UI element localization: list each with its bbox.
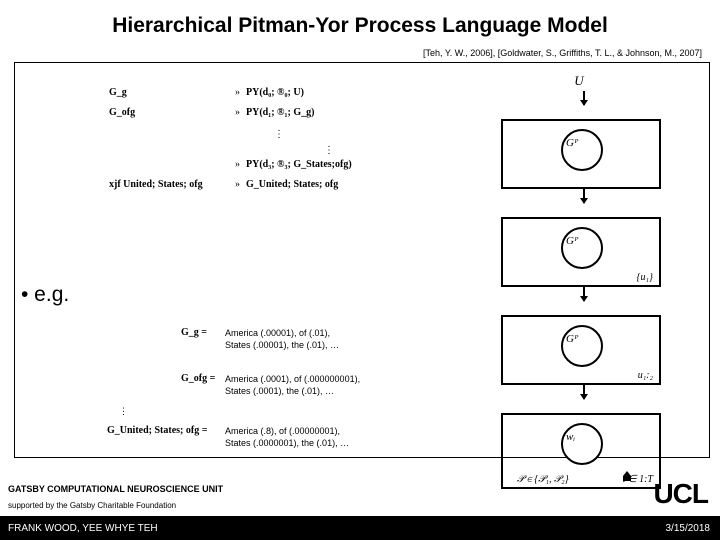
plate-sub: u₁:₂ xyxy=(638,370,653,381)
example-rhs: America (.8), of (.00000001), States (.0… xyxy=(225,425,349,449)
ucl-dome-icon xyxy=(620,470,634,484)
example-lhs: G_g = xyxy=(181,327,225,339)
footer-bar: FRANK WOOD, YEE WHYE TEH 3/15/2018 xyxy=(0,516,720,540)
content-frame: G_g » PY(d₀; ®₀; U) G_ofg » PY(d₁; ®₁; G… xyxy=(14,62,710,458)
plate-box: Gᴾ xyxy=(501,119,661,189)
def-row: xjf United; States; ofg » G_United; Stat… xyxy=(109,175,409,195)
citation-text: [Teh, Y. W., 2006], [Goldwater, S., Grif… xyxy=(423,48,702,58)
arrow-icon xyxy=(583,287,585,301)
node-icon xyxy=(561,325,603,367)
plate-bottom-text: 𝒫 ∈ {𝒫₁, 𝒫₂} xyxy=(517,474,569,485)
def-rhs: PY(d₁; ®₁; G_g) xyxy=(246,101,314,125)
tilde-icon: » xyxy=(235,101,240,125)
node-icon xyxy=(561,227,603,269)
arrow-icon xyxy=(583,91,585,105)
footer-authors: FRANK WOOD, YEE WHYE TEH xyxy=(8,523,158,534)
node-icon xyxy=(561,423,603,465)
tilde-icon: » xyxy=(235,173,240,197)
slide: Hierarchical Pitman-Yor Process Language… xyxy=(0,0,720,540)
node-label: Gᴾ xyxy=(566,137,578,149)
example-row: G_g = America (.00001), of (.01), States… xyxy=(181,327,441,351)
example-rhs: America (.0001), of (.000000001), States… xyxy=(225,373,360,397)
arrow-icon xyxy=(583,385,585,399)
model-definitions: G_g » PY(d₀; ®₀; U) G_ofg » PY(d₁; ®₁; G… xyxy=(109,83,409,195)
def-lhs: G_ofg xyxy=(109,101,229,125)
def-row: G_g » PY(d₀; ®₀; U) xyxy=(109,83,409,103)
example-row: G_ofg = America (.0001), of (.000000001)… xyxy=(181,373,441,397)
plate-box: Gᴾ u₁:₂ xyxy=(501,315,661,385)
eg-label: • e.g. xyxy=(21,283,69,307)
example-lhs: G_United; States; ofg = xyxy=(107,425,225,437)
plate-box: wᵢ t ∈ 1:T 𝒫 ∈ {𝒫₁, 𝒫₂} xyxy=(501,413,661,489)
vdots-icon: ⋮ xyxy=(149,123,409,139)
example-rhs: America (.00001), of (.01), States (.000… xyxy=(225,327,339,351)
footer-date: 3/15/2018 xyxy=(666,523,711,534)
def-lhs: xjf United; States; ofg xyxy=(109,173,229,197)
node-label: wᵢ xyxy=(566,431,575,443)
arrow-icon xyxy=(583,189,585,203)
ucl-logo: UCL xyxy=(653,478,708,510)
def-row: » PY(d₃; ®₃; G_States;ofg) xyxy=(109,155,409,175)
plate-box: Gᴾ {u₁} xyxy=(501,217,661,287)
example-lhs: G_ofg = xyxy=(181,373,225,385)
figure-root-label: U xyxy=(501,73,657,91)
graphical-model-figure: U Gᴾ Gᴾ {u₁} Gᴾ u₁:₂ wᵢ t ∈ 1:T xyxy=(501,73,667,447)
examples-block: G_g = America (.00001), of (.01), States… xyxy=(181,327,441,471)
slide-title: Hierarchical Pitman-Yor Process Language… xyxy=(0,14,720,38)
footer-unit: GATSBY COMPUTATIONAL NEUROSCIENCE UNIT xyxy=(8,484,223,494)
footer-support: supported by the Gatsby Charitable Found… xyxy=(8,501,176,510)
vdots-icon: ⋮ xyxy=(119,405,441,417)
node-icon xyxy=(561,129,603,171)
example-row: G_United; States; ofg = America (.8), of… xyxy=(181,425,441,449)
node-label: Gᴾ xyxy=(566,235,578,247)
def-row: G_ofg » PY(d₁; ®₁; G_g) xyxy=(109,103,409,123)
plate-sub: {u₁} xyxy=(637,272,653,283)
def-rhs: G_United; States; ofg xyxy=(246,173,338,197)
node-label: Gᴾ xyxy=(566,333,578,345)
